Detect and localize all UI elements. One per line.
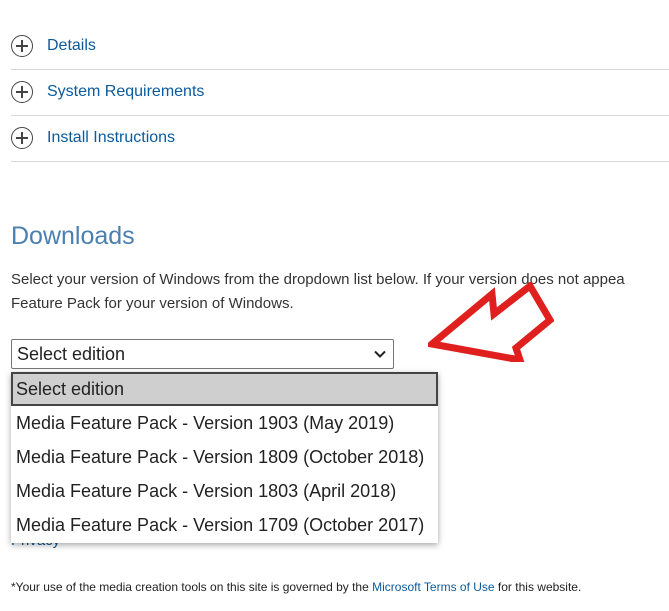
expand-plus-icon[interactable]	[11, 127, 33, 149]
terms-of-use-link[interactable]: Microsoft Terms of Use	[372, 580, 494, 594]
expand-plus-icon[interactable]	[11, 81, 33, 103]
edition-option[interactable]: Media Feature Pack - Version 1809 (Octob…	[11, 440, 438, 474]
edition-option[interactable]: Media Feature Pack - Version 1903 (May 2…	[11, 406, 438, 440]
intro-line-2: Feature Pack for your version of Windows…	[11, 295, 294, 312]
accordion-details[interactable]: Details	[11, 23, 669, 70]
footer-terms: *Your use of the media creation tools on…	[11, 580, 581, 594]
footer-prefix: *Your use of the media creation tools on…	[11, 580, 373, 594]
page: Details System Requirements Install Inst…	[0, 0, 669, 611]
edition-select[interactable]: Select edition	[11, 339, 394, 369]
downloads-intro: Select your version of Windows from the …	[11, 268, 669, 316]
edition-dropdown-list: Select edition Media Feature Pack - Vers…	[11, 372, 438, 543]
accordion-install-instructions[interactable]: Install Instructions	[11, 115, 669, 162]
chevron-down-icon[interactable]	[373, 347, 387, 361]
red-arrow-annotation-icon	[428, 282, 554, 362]
edition-option[interactable]: Media Feature Pack - Version 1709 (Octob…	[11, 508, 438, 542]
downloads-heading: Downloads	[11, 222, 135, 250]
edition-select-value: Select edition	[17, 343, 126, 364]
intro-line-1: Select your version of Windows from the …	[11, 271, 625, 288]
edition-option[interactable]: Media Feature Pack - Version 1803 (April…	[11, 474, 438, 508]
edition-option[interactable]: Select edition	[11, 372, 438, 406]
footer-suffix: for this website.	[494, 580, 582, 594]
expand-plus-icon[interactable]	[11, 35, 33, 57]
accordion-label-details[interactable]: Details	[47, 37, 96, 55]
accordion-label-install-instructions[interactable]: Install Instructions	[47, 129, 175, 147]
accordion-system-requirements[interactable]: System Requirements	[11, 69, 669, 116]
accordion-label-system-requirements[interactable]: System Requirements	[47, 83, 204, 101]
